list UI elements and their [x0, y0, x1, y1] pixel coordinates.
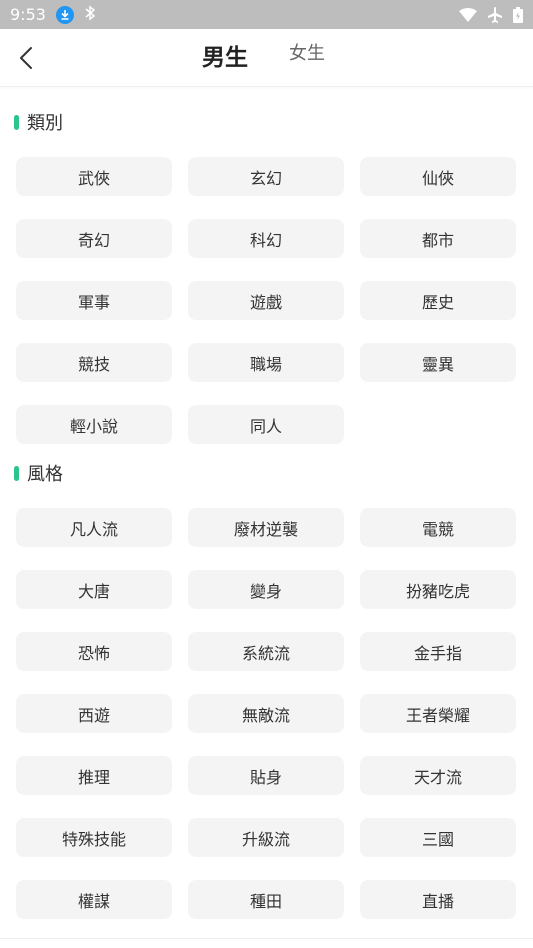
style-chip[interactable]: 大唐	[16, 570, 172, 609]
category-chip[interactable]: 仙俠	[360, 157, 516, 196]
tab-female[interactable]: 女生	[289, 39, 325, 79]
section-title-style: 風格	[14, 462, 63, 485]
airplane-icon	[487, 6, 503, 23]
category-chip[interactable]: 同人	[188, 405, 344, 444]
category-chip[interactable]: 都市	[360, 219, 516, 258]
category-grid: 武俠 玄幻 仙俠 奇幻 科幻 都市 軍事 遊戲 歷史 競技 職場 靈異 輕小說 …	[16, 157, 517, 444]
wifi-icon	[459, 7, 477, 22]
style-chip[interactable]: 三國	[360, 818, 516, 857]
style-chip[interactable]: 系統流	[188, 632, 344, 671]
style-chip[interactable]: 恐怖	[16, 632, 172, 671]
status-bar: 9:53	[0, 0, 533, 29]
style-chip[interactable]: 特殊技能	[16, 818, 172, 857]
battery-icon	[513, 6, 523, 23]
category-chip[interactable]: 軍事	[16, 281, 172, 320]
style-chip[interactable]: 升級流	[188, 818, 344, 857]
style-chip[interactable]: 推理	[16, 756, 172, 795]
category-chip[interactable]: 武俠	[16, 157, 172, 196]
section-title-category: 類別	[14, 111, 63, 134]
style-grid: 凡人流 廢材逆襲 電競 大唐 變身 扮豬吃虎 恐怖 系統流 金手指 西遊 無敵流…	[16, 508, 517, 919]
style-chip[interactable]: 天才流	[360, 756, 516, 795]
tab-male[interactable]: 男生	[202, 38, 248, 78]
category-chip[interactable]: 奇幻	[16, 219, 172, 258]
section-title-label: 風格	[27, 464, 63, 485]
section-title-label: 類別	[27, 113, 63, 134]
bottom-divider	[0, 938, 533, 948]
style-chip[interactable]: 扮豬吃虎	[360, 570, 516, 609]
back-arrow-icon	[20, 47, 32, 69]
section-accent-bar	[14, 465, 19, 481]
style-chip[interactable]: 西遊	[16, 694, 172, 733]
section-accent-bar	[14, 114, 19, 130]
style-chip[interactable]: 直播	[360, 880, 516, 919]
category-chip[interactable]: 科幻	[188, 219, 344, 258]
tab-male-label: 男生	[202, 45, 248, 71]
tab-female-label: 女生	[289, 43, 325, 64]
style-chip[interactable]: 無敵流	[188, 694, 344, 733]
style-chip[interactable]: 金手指	[360, 632, 516, 671]
download-icon	[55, 5, 74, 24]
category-chip[interactable]: 職場	[188, 343, 344, 382]
status-time: 9:53	[10, 5, 46, 24]
style-chip[interactable]: 電競	[360, 508, 516, 547]
style-chip[interactable]: 凡人流	[16, 508, 172, 547]
category-chip[interactable]: 玄幻	[188, 157, 344, 196]
style-chip[interactable]: 貼身	[188, 756, 344, 795]
style-chip[interactable]: 廢材逆襲	[188, 508, 344, 547]
category-chip[interactable]: 歷史	[360, 281, 516, 320]
header-bar: 男生 女生	[0, 29, 533, 87]
style-chip[interactable]: 王者榮耀	[360, 694, 516, 733]
category-chip[interactable]: 競技	[16, 343, 172, 382]
back-button[interactable]	[12, 43, 40, 73]
category-chip[interactable]: 遊戲	[188, 281, 344, 320]
category-chip[interactable]: 輕小說	[16, 405, 172, 444]
style-chip[interactable]: 權謀	[16, 880, 172, 919]
style-chip[interactable]: 變身	[188, 570, 344, 609]
category-chip[interactable]: 靈異	[360, 343, 516, 382]
bluetooth-icon	[84, 5, 96, 25]
style-chip[interactable]: 種田	[188, 880, 344, 919]
